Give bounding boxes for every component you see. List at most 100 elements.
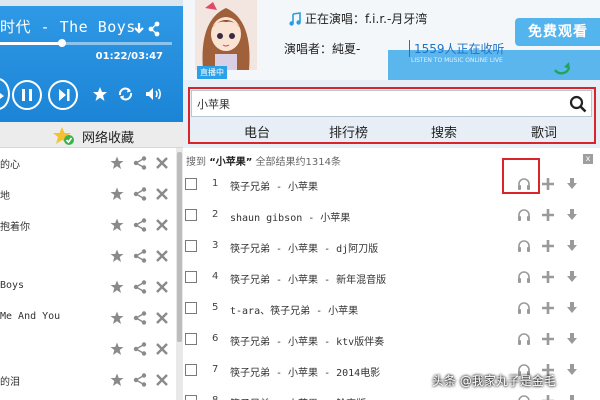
result-checkbox[interactable] <box>185 364 197 376</box>
plus-icon[interactable] <box>541 208 555 222</box>
plus-icon[interactable] <box>541 270 555 284</box>
result-row[interactable]: 6 筷子兄弟 - 小苹果 - ktv版伴奏 <box>183 324 600 355</box>
close-icon[interactable]: x <box>583 154 593 164</box>
result-title[interactable]: t-ara、筷子兄弟 - 小苹果 <box>230 302 358 317</box>
plus-icon[interactable] <box>541 301 555 315</box>
star-icon[interactable] <box>110 342 124 356</box>
favorites-tab[interactable]: 网络收藏 <box>0 122 183 148</box>
playlist-item[interactable]: Me And You <box>0 303 176 334</box>
result-checkbox[interactable] <box>185 395 197 400</box>
headphones-icon[interactable] <box>517 394 531 400</box>
download-icon[interactable] <box>565 239 579 253</box>
download-icon[interactable] <box>565 363 579 377</box>
live-banner[interactable]: 直播中 正在演唱： f.i.r.-月牙湾 演唱者：純夏- 1559人正在收听 免… <box>183 0 600 80</box>
plus-icon[interactable] <box>541 239 555 253</box>
plus-icon[interactable] <box>541 394 555 400</box>
result-checkbox[interactable] <box>185 302 197 314</box>
download-icon[interactable] <box>565 394 579 400</box>
playlist-item-name: 的泪 <box>0 377 20 388</box>
download-icon[interactable] <box>565 301 579 315</box>
result-title[interactable]: 筷子兄弟 - 小苹果 - ktv版伴奏 <box>230 333 384 348</box>
playlist-item[interactable]: 地 <box>0 179 176 210</box>
headphones-icon[interactable] <box>517 208 531 222</box>
tab-radio[interactable]: 电台 <box>244 122 270 141</box>
summary-prefix: 搜到 <box>186 157 206 168</box>
volume-icon[interactable] <box>144 86 164 102</box>
repeat-icon[interactable] <box>117 86 134 102</box>
playlist-item[interactable]: 抱着你 <box>0 210 176 241</box>
result-row[interactable]: 5 t-ara、筷子兄弟 - 小苹果 <box>183 293 600 324</box>
free-watch-button[interactable]: 免费观看 <box>515 18 600 46</box>
result-title[interactable]: 筷子兄弟 - 小苹果 - dj阿刀版 <box>230 240 378 255</box>
close-icon[interactable] <box>155 280 169 294</box>
headphones-icon[interactable] <box>517 239 531 253</box>
star-icon[interactable] <box>110 218 124 232</box>
download-icon[interactable] <box>565 332 579 346</box>
progress-bar[interactable] <box>0 39 172 47</box>
progress-knob[interactable] <box>57 39 66 47</box>
playlist-scrollbar[interactable] <box>176 148 183 400</box>
next-button[interactable] <box>48 80 78 110</box>
result-checkbox[interactable] <box>185 271 197 283</box>
download-icon[interactable] <box>565 208 579 222</box>
result-title[interactable]: 筷子兄弟 - 小苹果 - 铃声版 <box>230 395 366 400</box>
result-title[interactable]: shaun gibson - 小苹果 <box>230 209 350 224</box>
search-input[interactable] <box>197 91 557 116</box>
plus-icon[interactable] <box>541 332 555 346</box>
result-checkbox[interactable] <box>185 209 197 221</box>
share-icon[interactable] <box>133 187 147 201</box>
tab-charts[interactable]: 排行榜 <box>329 122 368 141</box>
playlist-item[interactable] <box>0 334 176 365</box>
refresh-icon[interactable] <box>551 58 573 78</box>
star-icon[interactable] <box>110 249 124 263</box>
share-icon[interactable] <box>133 156 147 170</box>
result-checkbox[interactable] <box>185 240 197 252</box>
result-title[interactable]: 筷子兄弟 - 小苹果 <box>230 178 318 193</box>
pause-button[interactable] <box>12 80 42 110</box>
share-icon[interactable] <box>133 311 147 325</box>
live-badge: 直播中 <box>197 66 227 79</box>
result-row[interactable]: 3 筷子兄弟 - 小苹果 - dj阿刀版 <box>183 231 600 262</box>
star-icon[interactable] <box>110 280 124 294</box>
plus-icon[interactable] <box>541 177 555 191</box>
star-icon[interactable] <box>110 311 124 325</box>
headphones-icon[interactable] <box>517 301 531 315</box>
star-icon[interactable] <box>110 373 124 387</box>
tab-search[interactable]: 搜索 <box>431 122 457 141</box>
close-icon[interactable] <box>155 342 169 356</box>
scrollbar-thumb[interactable] <box>177 152 182 342</box>
star-icon[interactable] <box>110 156 124 170</box>
result-row[interactable]: 2 shaun gibson - 小苹果 <box>183 200 600 231</box>
headphones-icon[interactable] <box>517 332 531 346</box>
avatar[interactable] <box>195 0 257 70</box>
star-icon[interactable] <box>110 187 124 201</box>
download-share-icon[interactable] <box>133 21 163 37</box>
playlist-item[interactable]: Boys <box>0 272 176 303</box>
result-title[interactable]: 筷子兄弟 - 小苹果 - 2014电影 <box>230 364 380 379</box>
result-row[interactable]: 4 筷子兄弟 - 小苹果 - 新年混音版 <box>183 262 600 293</box>
download-icon[interactable] <box>565 177 579 191</box>
share-icon[interactable] <box>133 280 147 294</box>
playlist-item[interactable]: 的泪 <box>0 365 176 396</box>
close-icon[interactable] <box>155 218 169 232</box>
star-icon[interactable] <box>92 86 108 102</box>
download-icon[interactable] <box>565 270 579 284</box>
share-icon[interactable] <box>133 342 147 356</box>
share-icon[interactable] <box>133 218 147 232</box>
tab-lyrics[interactable]: 歌词 <box>531 122 557 141</box>
playlist-item[interactable] <box>0 241 176 272</box>
close-icon[interactable] <box>155 311 169 325</box>
close-icon[interactable] <box>155 373 169 387</box>
result-checkbox[interactable] <box>185 178 197 190</box>
result-title[interactable]: 筷子兄弟 - 小苹果 - 新年混音版 <box>230 271 386 286</box>
headphones-icon[interactable] <box>517 270 531 284</box>
result-checkbox[interactable] <box>185 333 197 345</box>
share-icon[interactable] <box>133 373 147 387</box>
share-icon[interactable] <box>133 249 147 263</box>
close-icon[interactable] <box>155 187 169 201</box>
search-icon[interactable] <box>569 95 587 113</box>
prev-button[interactable] <box>0 78 10 110</box>
playlist-item[interactable]: 的心 <box>0 148 176 179</box>
close-icon[interactable] <box>155 249 169 263</box>
close-icon[interactable] <box>155 156 169 170</box>
